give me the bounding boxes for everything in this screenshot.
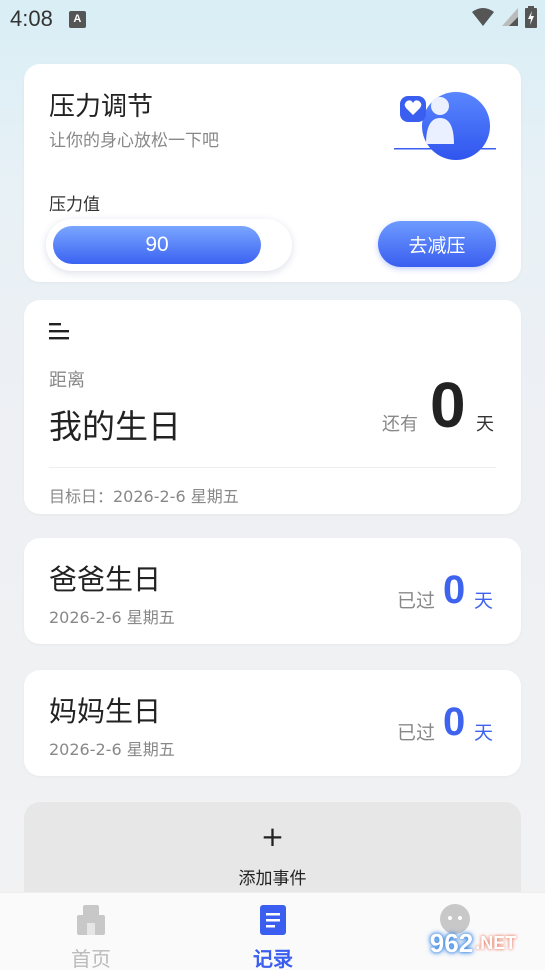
- passed-label: 已过: [397, 590, 436, 612]
- battery-icon: [525, 6, 537, 28]
- event-date: 2026-2-6 星期五: [49, 608, 175, 627]
- stress-value-track: 90: [46, 219, 292, 271]
- passed-label: 已过: [397, 722, 436, 744]
- target-date: 目标日：2026-2-6 星期五: [49, 487, 239, 506]
- status-bar: 4:08 A: [0, 0, 545, 38]
- watermark-text: 962: [429, 927, 474, 958]
- wifi-icon: [472, 8, 494, 26]
- stress-card[interactable]: 压力调节 让你的身心放松一下吧 压力值 90 去减压: [24, 64, 521, 282]
- record-icon: [260, 905, 286, 935]
- stress-title: 压力调节: [49, 92, 154, 122]
- signal-icon: [502, 8, 518, 26]
- remain-label: 还有: [382, 414, 418, 435]
- menu-icon[interactable]: [49, 320, 73, 342]
- event-name: 妈妈生日: [49, 695, 162, 728]
- event-card[interactable]: 爸爸生日 2026-2-6 星期五 已过 0 天: [24, 538, 521, 644]
- nav-item-home[interactable]: 首页: [26, 893, 156, 970]
- passed-count: 0: [443, 568, 466, 612]
- main-event-count: 0: [430, 369, 466, 441]
- distance-label: 距离: [49, 370, 85, 391]
- passed-count: 0: [443, 700, 466, 744]
- relax-person-icon: [394, 92, 496, 160]
- nav-label-home: 首页: [71, 947, 111, 970]
- home-icon: [77, 905, 105, 935]
- relieve-stress-button[interactable]: 去减压: [378, 221, 496, 267]
- stress-value: 90: [53, 226, 261, 264]
- status-time: 4:08: [10, 6, 53, 31]
- plus-icon: +: [260, 820, 285, 853]
- main-event-card[interactable]: 距离 我的生日 还有 0 天 目标日：2026-2-6 星期五: [24, 300, 521, 514]
- nav-item-record[interactable]: 记录: [208, 893, 338, 970]
- watermark-logo: 962 .NET: [404, 920, 542, 966]
- status-icons: [471, 6, 537, 28]
- divider: [49, 467, 496, 468]
- day-unit: 天: [474, 590, 494, 612]
- stress-label: 压力值: [49, 195, 100, 215]
- notification-icon: A: [68, 10, 86, 28]
- main-event-name: 我的生日: [49, 407, 181, 446]
- event-date: 2026-2-6 星期五: [49, 740, 175, 759]
- nav-label-record: 记录: [253, 947, 293, 970]
- day-unit: 天: [474, 722, 494, 744]
- stress-subtitle: 让你的身心放松一下吧: [49, 131, 219, 151]
- event-name: 爸爸生日: [49, 563, 162, 596]
- add-event-label: 添加事件: [238, 869, 307, 889]
- watermark-suffix: .NET: [475, 932, 517, 953]
- event-card[interactable]: 妈妈生日 2026-2-6 星期五 已过 0 天: [24, 670, 521, 776]
- day-unit: 天: [476, 414, 494, 435]
